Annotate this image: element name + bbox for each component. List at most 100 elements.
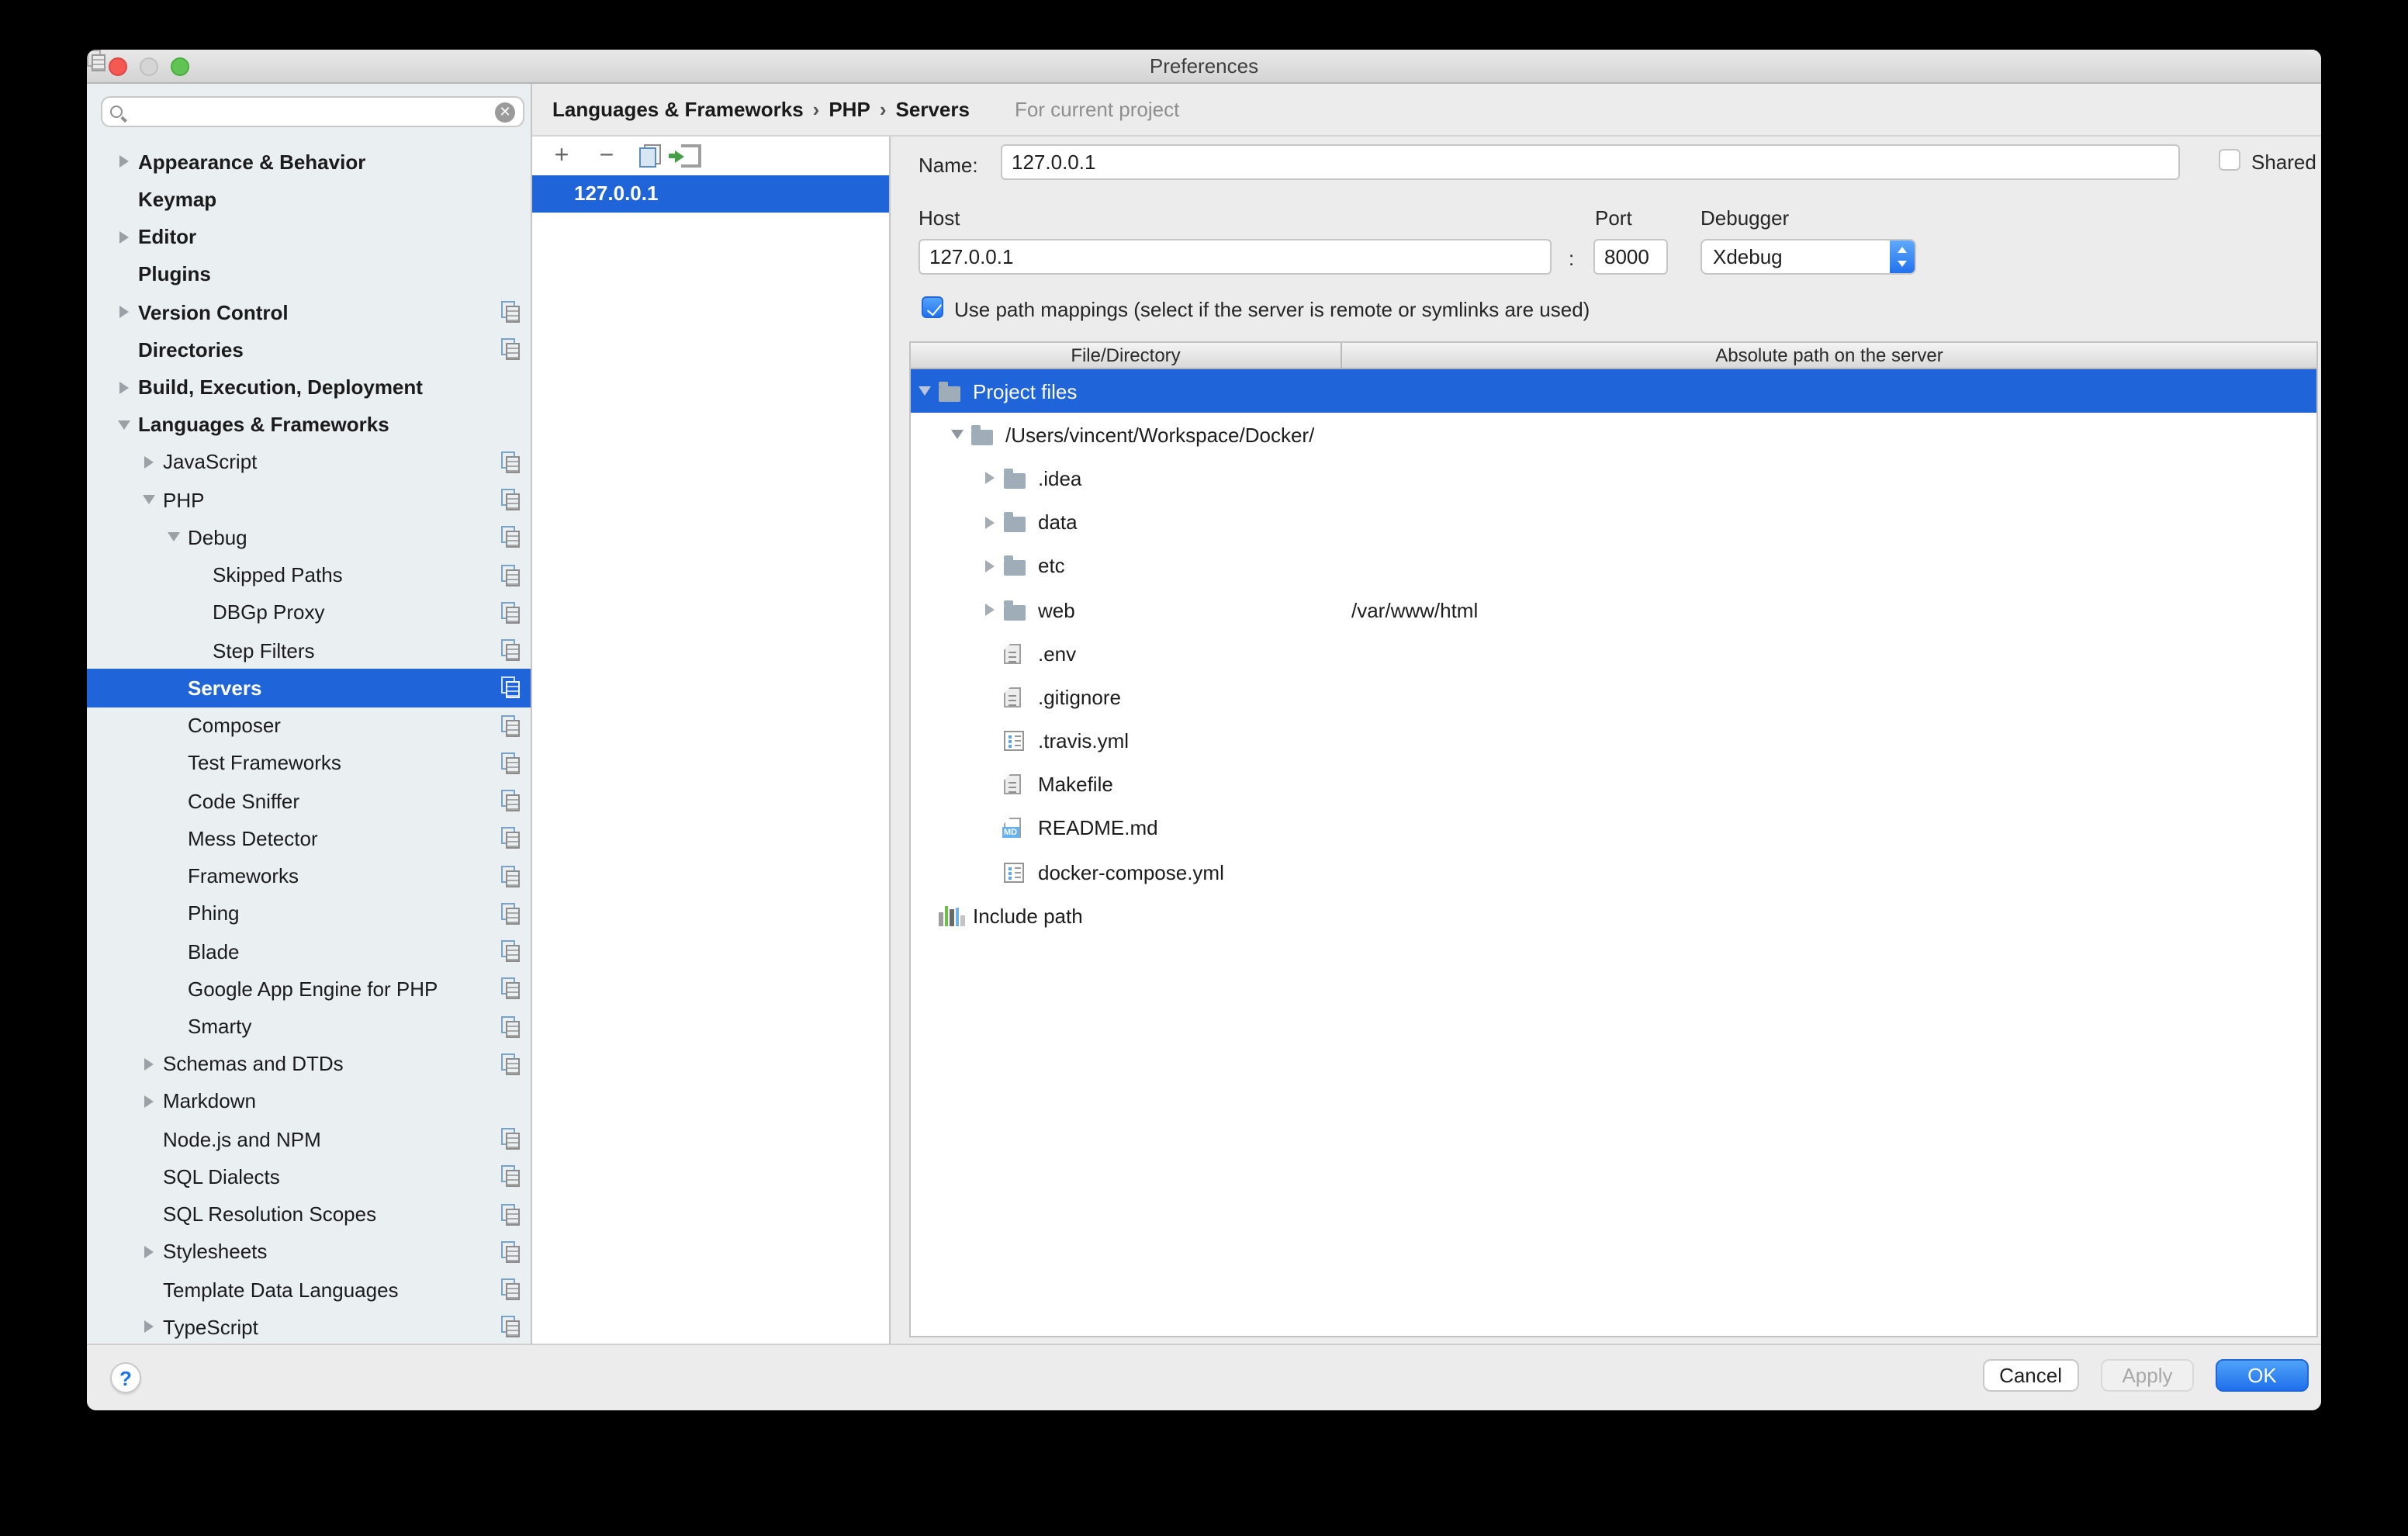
add-server-button[interactable]: + (549, 144, 574, 168)
sidebar-item-plugins[interactable]: Plugins (87, 255, 531, 292)
map-row-makefile[interactable]: Makefile (911, 763, 2316, 806)
map-row-travis-yml[interactable]: .travis.yml (911, 719, 2316, 763)
sidebar-item-node-js-and-npm[interactable]: Node.js and NPM (87, 1120, 531, 1157)
sidebar-item-composer[interactable]: Composer (87, 707, 531, 744)
select-stepper-icon[interactable] (1890, 240, 1915, 273)
per-project-settings-icon (501, 677, 520, 699)
collapse-arrow-icon[interactable] (116, 420, 132, 430)
sidebar-item-dbgp-proxy[interactable]: DBGp Proxy (87, 594, 531, 631)
sidebar-item-languages-frameworks[interactable]: Languages & Frameworks (87, 406, 531, 443)
sidebar-item-skipped-paths[interactable]: Skipped Paths (87, 556, 531, 593)
help-button[interactable]: ? (110, 1362, 141, 1393)
remove-server-button[interactable]: − (594, 144, 619, 168)
host-label: Host (919, 206, 960, 230)
cancel-button[interactable]: Cancel (1982, 1359, 2079, 1392)
sidebar-item-version-control[interactable]: Version Control (87, 293, 531, 330)
expand-arrow-icon[interactable] (982, 560, 998, 573)
sidebar-item-php[interactable]: PHP (87, 481, 531, 518)
expand-arrow-icon[interactable] (141, 456, 157, 469)
name-field[interactable] (1001, 144, 2180, 180)
map-row-data[interactable]: data (911, 500, 2316, 544)
sidebar-item-servers[interactable]: Servers (87, 669, 531, 707)
use-path-mappings-checkbox[interactable] (922, 296, 943, 318)
column-header-absolute-path[interactable]: Absolute path on the server (1342, 343, 2316, 368)
sidebar-item-appearance-behavior[interactable]: Appearance & Behavior (87, 143, 531, 180)
per-project-settings-icon (501, 903, 520, 925)
ok-button[interactable]: OK (2216, 1359, 2309, 1392)
debugger-select[interactable]: Xdebug (1700, 239, 1916, 275)
map-row-readme-md[interactable]: README.md (911, 807, 2316, 850)
settings-search-box[interactable]: ✕ (101, 96, 524, 127)
sidebar-item-smarty[interactable]: Smarty (87, 1008, 531, 1045)
map-row-users-vincent-workspace-docker[interactable]: /Users/vincent/Workspace/Docker/ (911, 413, 2316, 456)
sidebar-item-editor[interactable]: Editor (87, 218, 531, 255)
collapse-arrow-icon[interactable] (166, 533, 182, 542)
server-list-item[interactable]: 127.0.0.1 (532, 175, 889, 212)
sidebar-item-frameworks[interactable]: Frameworks (87, 857, 531, 894)
minimize-button[interactable] (140, 57, 158, 76)
map-row-gitignore[interactable]: .gitignore (911, 676, 2316, 719)
shared-checkbox[interactable] (2219, 149, 2240, 171)
copy-server-button[interactable] (639, 144, 661, 168)
expand-arrow-icon[interactable] (116, 230, 132, 243)
sidebar-item-schemas-and-dtds[interactable]: Schemas and DTDs (87, 1045, 531, 1082)
map-row-label: docker-compose.yml (1038, 860, 1224, 884)
map-row-include-path[interactable]: Include path (911, 894, 2316, 938)
host-field[interactable] (919, 239, 1552, 275)
close-button[interactable] (109, 57, 127, 76)
map-row-env[interactable]: .env (911, 631, 2316, 675)
sidebar-item-step-filters[interactable]: Step Filters (87, 631, 531, 669)
sidebar-item-typescript[interactable]: TypeScript (87, 1309, 531, 1344)
sidebar-item-build-execution-deployment[interactable]: Build, Execution, Deployment (87, 368, 531, 406)
search-input[interactable] (123, 101, 495, 123)
sidebar-item-phing[interactable]: Phing (87, 894, 531, 932)
collapse-arrow-icon[interactable] (950, 431, 965, 440)
expand-arrow-icon[interactable] (141, 1246, 157, 1258)
expand-arrow-icon[interactable] (982, 472, 998, 485)
sidebar-item-code-sniffer[interactable]: Code Sniffer (87, 782, 531, 819)
expand-arrow-icon[interactable] (141, 1321, 157, 1334)
sidebar-item-sql-dialects[interactable]: SQL Dialects (87, 1158, 531, 1195)
zoom-button[interactable] (171, 57, 189, 76)
expand-arrow-icon[interactable] (116, 155, 132, 168)
expand-arrow-icon[interactable] (116, 306, 132, 318)
sidebar-item-test-frameworks[interactable]: Test Frameworks (87, 745, 531, 782)
sidebar-item-markdown[interactable]: Markdown (87, 1083, 531, 1120)
port-field[interactable] (1593, 239, 1668, 275)
import-server-button[interactable] (681, 144, 701, 168)
sidebar-item-template-data-languages[interactable]: Template Data Languages (87, 1271, 531, 1308)
sidebar-item-debug[interactable]: Debug (87, 519, 531, 556)
row-icon-slot (1004, 775, 1029, 795)
sidebar-item-mess-detector[interactable]: Mess Detector (87, 819, 531, 856)
map-row-docker-compose-yml[interactable]: docker-compose.yml (911, 850, 2316, 894)
expand-arrow-icon[interactable] (982, 604, 998, 616)
collapse-arrow-icon[interactable] (917, 386, 932, 396)
map-row-server-path[interactable]: /var/www/html (1351, 598, 1478, 621)
expand-arrow-icon[interactable] (116, 381, 132, 393)
sidebar-item-blade[interactable]: Blade (87, 932, 531, 970)
expand-arrow-icon[interactable] (141, 1057, 157, 1070)
map-row-etc[interactable]: etc (911, 545, 2316, 588)
sidebar-item-label: Skipped Paths (213, 563, 343, 586)
folder-icon (1004, 604, 1026, 620)
map-row-project-files[interactable]: Project files (911, 369, 2316, 413)
sidebar-item-stylesheets[interactable]: Stylesheets (87, 1233, 531, 1271)
sidebar-item-google-app-engine-for-php[interactable]: Google App Engine for PHP (87, 970, 531, 1007)
expand-arrow-icon[interactable] (141, 1095, 157, 1108)
sidebar-item-sql-resolution-scopes[interactable]: SQL Resolution Scopes (87, 1195, 531, 1233)
sidebar-item-javascript[interactable]: JavaScript (87, 444, 531, 481)
collapse-arrow-icon[interactable] (141, 495, 157, 504)
map-row-idea[interactable]: .idea (911, 457, 2316, 500)
sidebar-item-directories[interactable]: Directories (87, 330, 531, 368)
column-header-file-directory[interactable]: File/Directory (911, 343, 1342, 368)
breadcrumb-segment[interactable]: Servers (896, 98, 970, 121)
sidebar-item-keymap[interactable]: Keymap (87, 180, 531, 217)
breadcrumb-segment[interactable]: Languages & Frameworks (552, 98, 804, 121)
breadcrumb-segment[interactable]: PHP (829, 98, 870, 121)
map-row-web[interactable]: web/var/www/html (911, 588, 2316, 631)
clear-search-icon[interactable]: ✕ (495, 102, 515, 122)
expand-arrow-icon[interactable] (982, 516, 998, 528)
sidebar-item-label: Code Sniffer (188, 789, 299, 812)
title-bar[interactable]: Preferences (87, 50, 2321, 84)
apply-button[interactable]: Apply (2101, 1359, 2194, 1392)
